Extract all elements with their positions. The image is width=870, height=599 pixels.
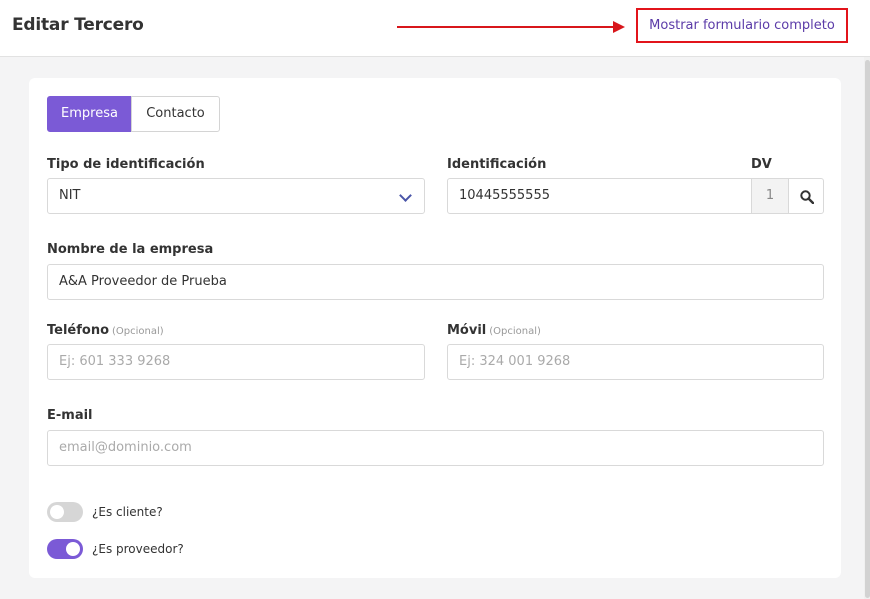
identification-input[interactable]: 10445555555 xyxy=(447,178,752,214)
mobile-optional-hint: (Opcional) xyxy=(489,326,541,337)
show-full-form-button[interactable]: Mostrar formulario completo xyxy=(636,8,848,43)
company-name-label: Nombre de la empresa xyxy=(47,242,214,257)
phone-label: Teléfono (Opcional) xyxy=(47,323,164,338)
page-title: Editar Tercero xyxy=(12,15,144,35)
is-provider-label: ¿Es proveedor? xyxy=(92,542,184,556)
email-label: E-mail xyxy=(47,408,93,423)
phone-placeholder: Ej: 601 333 9268 xyxy=(59,354,171,369)
is-client-toggle[interactable] xyxy=(47,502,83,522)
phone-optional-hint: (Opcional) xyxy=(112,326,164,337)
mobile-label: Móvil (Opcional) xyxy=(447,323,541,338)
id-type-label: Tipo de identificación xyxy=(47,157,205,172)
company-name-value: A&A Proveedor de Prueba xyxy=(59,274,227,289)
dv-field: 1 xyxy=(751,178,789,214)
identification-label: Identificación xyxy=(447,157,547,172)
is-client-label: ¿Es cliente? xyxy=(92,505,163,519)
toggle-knob xyxy=(50,505,64,519)
tab-contacto[interactable]: Contacto xyxy=(131,96,220,132)
annotation-arrow-head xyxy=(613,21,625,33)
tab-empresa[interactable]: Empresa xyxy=(47,96,132,132)
annotation-arrow xyxy=(397,26,615,28)
phone-label-text: Teléfono xyxy=(47,323,110,338)
mobile-input[interactable]: Ej: 324 001 9268 xyxy=(447,344,824,380)
identification-value: 10445555555 xyxy=(459,188,550,203)
email-input[interactable]: email@dominio.com xyxy=(47,430,824,466)
company-name-input[interactable]: A&A Proveedor de Prueba xyxy=(47,264,824,300)
mobile-placeholder: Ej: 324 001 9268 xyxy=(459,354,571,369)
chevron-down-icon xyxy=(399,189,412,202)
email-placeholder: email@dominio.com xyxy=(59,440,192,455)
phone-input[interactable]: Ej: 601 333 9268 xyxy=(47,344,425,380)
id-type-select[interactable]: NIT xyxy=(47,178,425,214)
toggle-knob xyxy=(66,542,80,556)
is-provider-toggle[interactable] xyxy=(47,539,83,559)
app-header: Editar Tercero Mostrar formulario comple… xyxy=(0,0,870,57)
scrollbar-thumb[interactable] xyxy=(865,60,870,598)
dv-label: DV xyxy=(751,157,772,172)
search-icon xyxy=(800,190,814,204)
search-button[interactable] xyxy=(788,178,824,214)
id-type-value: NIT xyxy=(59,188,81,203)
mobile-label-text: Móvil xyxy=(447,323,487,338)
